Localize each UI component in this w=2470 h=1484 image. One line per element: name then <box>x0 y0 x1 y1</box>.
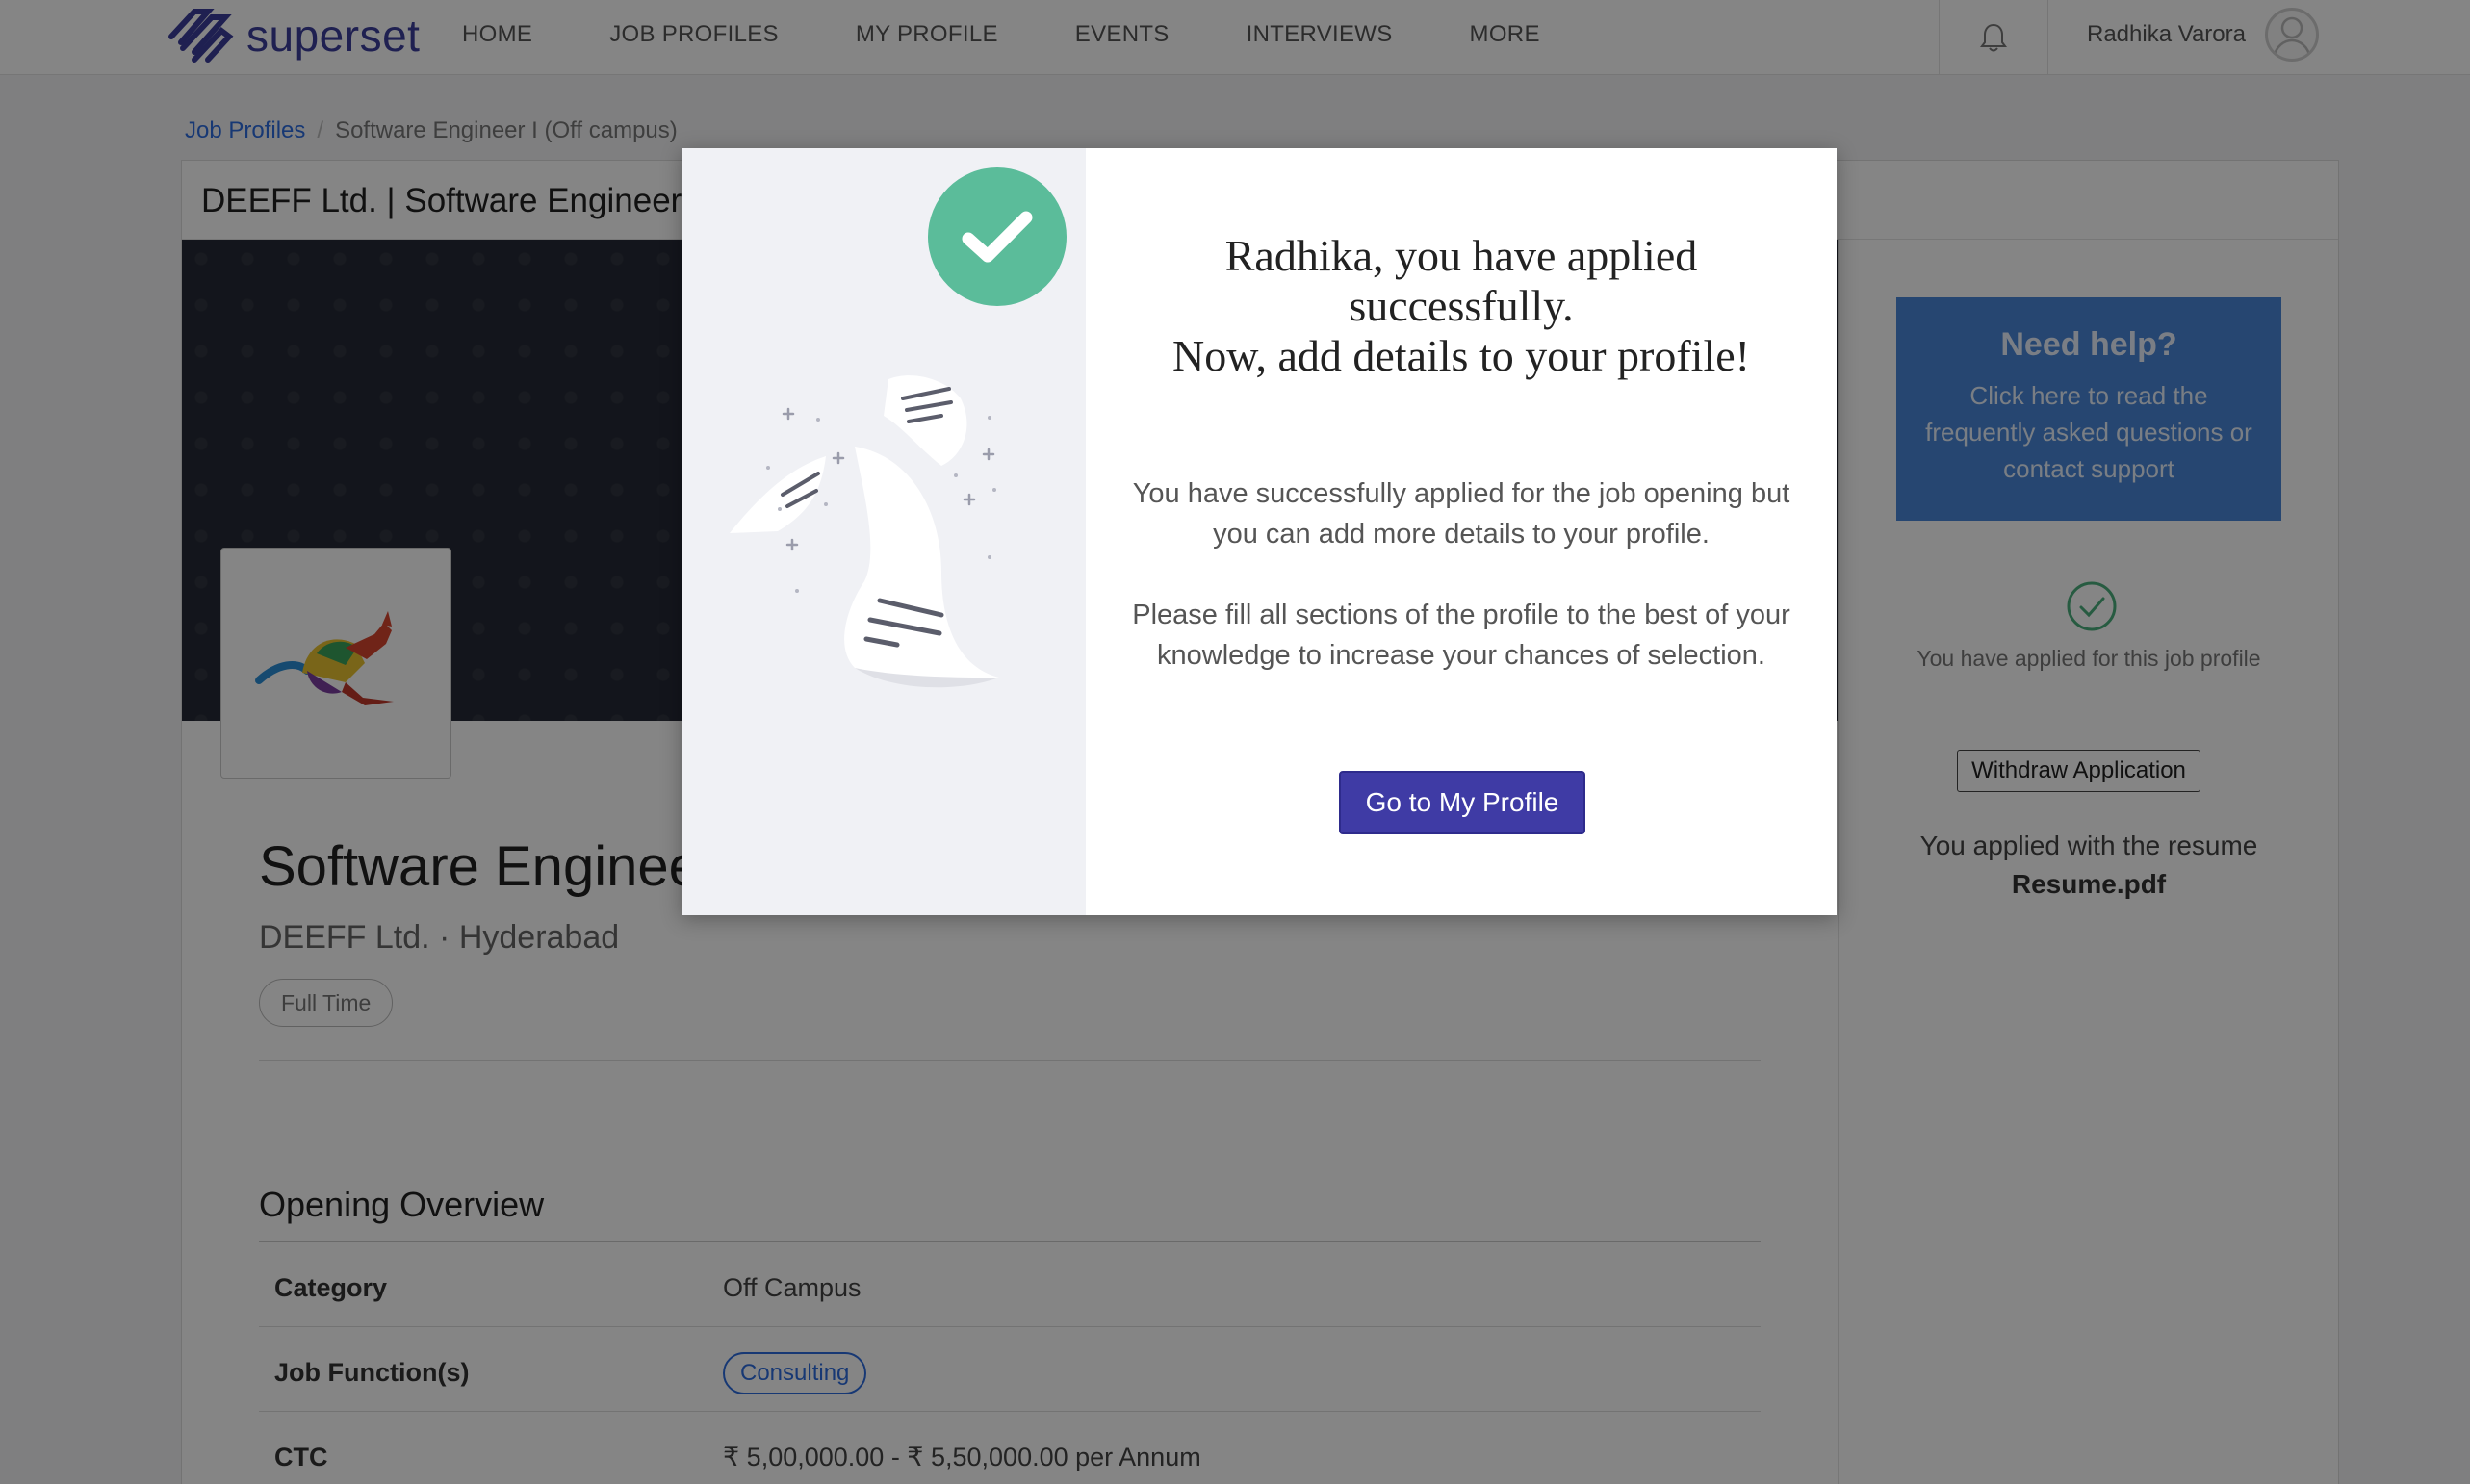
modal-paragraph-2: Please fill all sections of the profile … <box>1132 600 1790 671</box>
modal-heading-line1: Radhika, you have applied successfully. <box>1224 231 1698 330</box>
modal-illustration-panel <box>682 148 1086 915</box>
application-success-modal: Radhika, you have applied successfully. … <box>682 148 1837 915</box>
go-to-my-profile-button[interactable]: Go to My Profile <box>1339 771 1585 834</box>
paper-illustration <box>730 375 999 688</box>
modal-heading-line2: Now, add details to your profile! <box>1172 331 1750 380</box>
check-icon <box>962 211 1033 263</box>
modal-paragraph-1: You have successfully applied for the jo… <box>1132 478 1790 550</box>
modal-heading: Radhika, you have applied successfully. … <box>1124 231 1798 381</box>
success-badge <box>928 167 1067 306</box>
modal-content: Radhika, you have applied successfully. … <box>1086 148 1837 915</box>
